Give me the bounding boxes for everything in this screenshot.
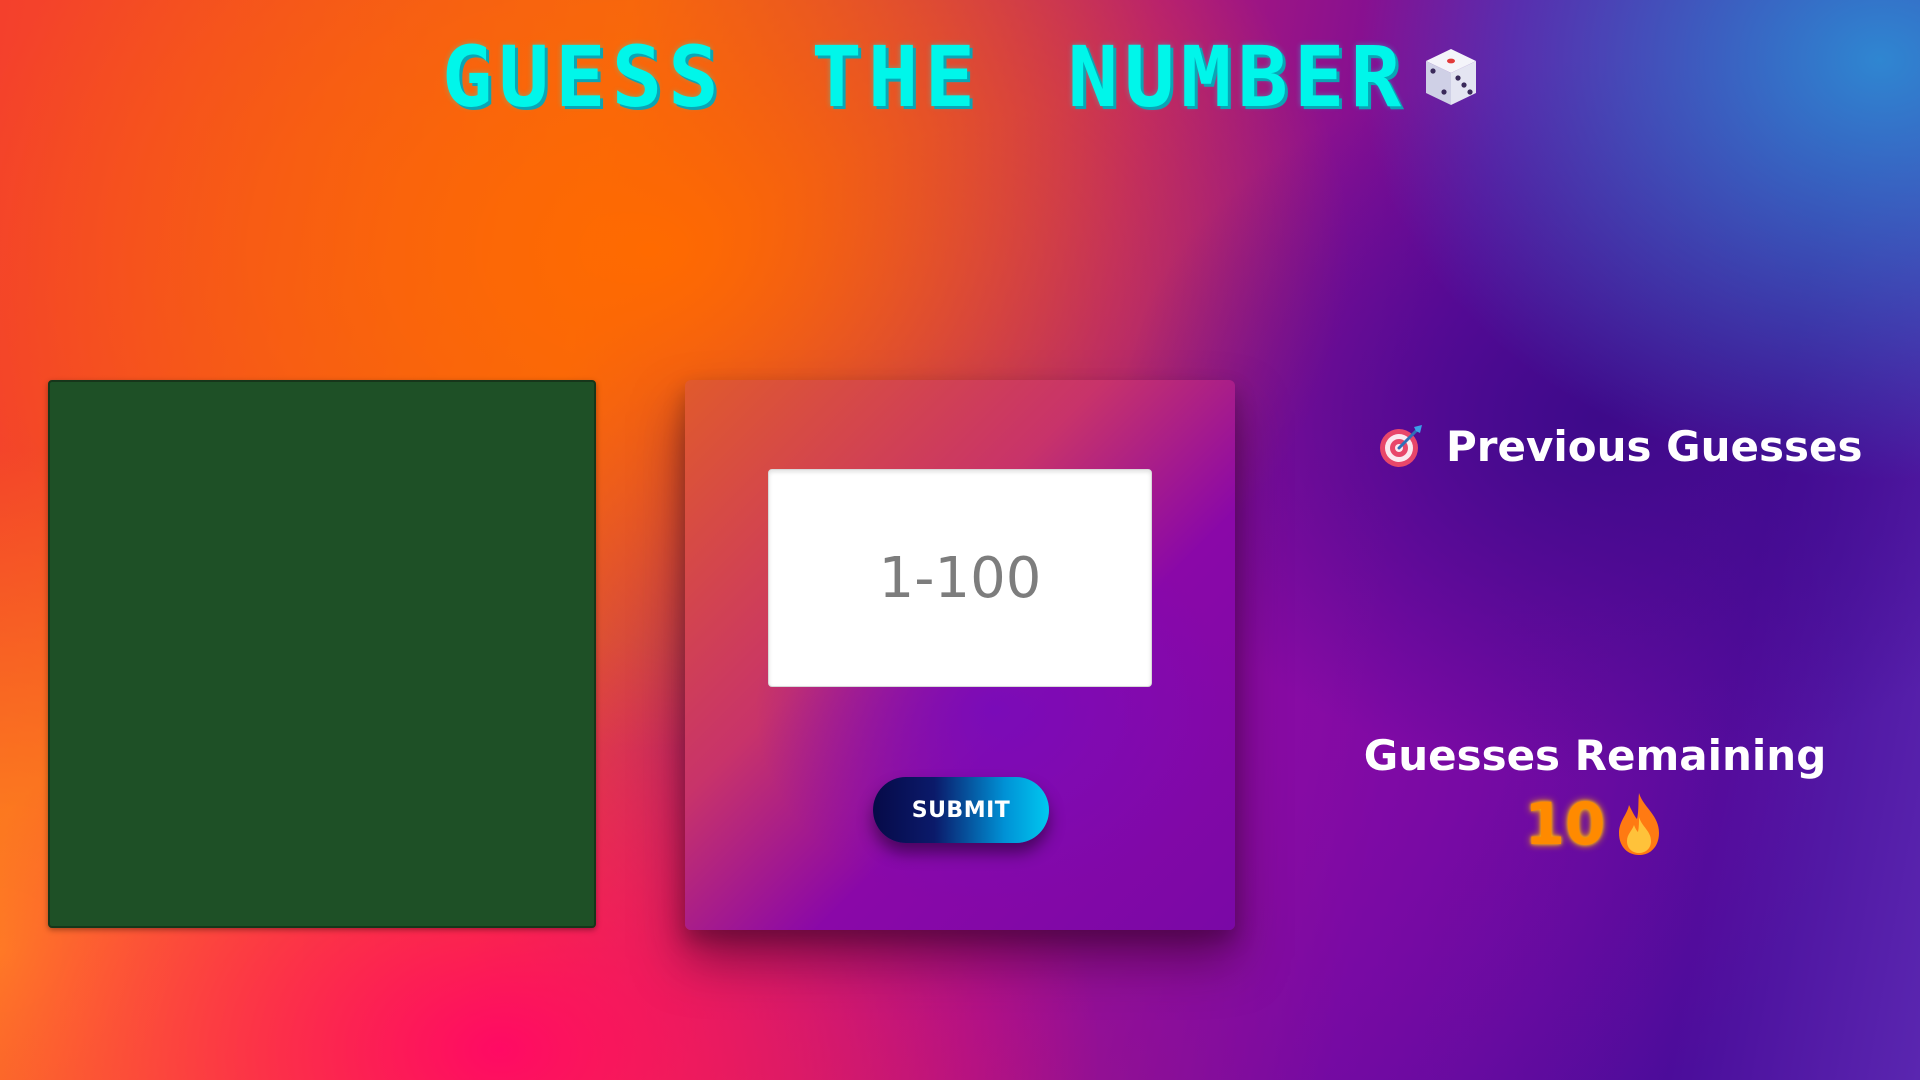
previous-guesses-label: Previous Guesses: [1446, 421, 1863, 471]
guesses-remaining-row: 10: [1360, 790, 1830, 858]
guesses-remaining: Guesses Remaining 10: [1360, 730, 1830, 858]
page-title: GUESS THE NUMBER: [0, 28, 1920, 126]
submit-button[interactable]: SUBMIT: [873, 777, 1049, 843]
guess-card: SUBMIT: [685, 380, 1235, 930]
guess-input[interactable]: [768, 469, 1152, 687]
previous-guesses-heading: Previous Guesses: [1378, 418, 1862, 474]
target-icon: [1380, 425, 1422, 467]
fire-icon: [1619, 793, 1660, 855]
dice-icon: [1426, 49, 1477, 105]
guesses-remaining-count: 10: [1524, 790, 1606, 858]
guesses-remaining-label: Guesses Remaining: [1363, 731, 1827, 780]
page-title-text: GUESS THE NUMBER: [441, 28, 1408, 126]
canvas-panel: [48, 380, 596, 928]
previous-guesses-list: [1378, 488, 1818, 688]
